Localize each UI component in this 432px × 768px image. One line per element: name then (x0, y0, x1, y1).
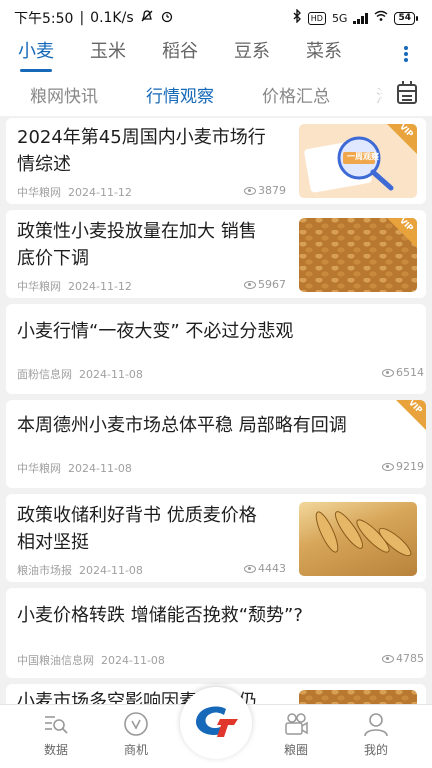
battery-level: 54 (394, 11, 415, 25)
eye-icon (382, 654, 394, 663)
article-views: 6514 (382, 366, 424, 379)
hd-badge: HD (307, 11, 326, 25)
article-title: 政策性小麦投放量在加大 销售 底价下调 (17, 221, 257, 269)
calendar-button[interactable] (382, 72, 432, 116)
article-source: 中国粮油信息网 2024-11-08 (17, 654, 165, 667)
article-source: 中华粮网 2024-11-12 (17, 186, 132, 199)
tab-rice[interactable]: 稻谷 (144, 36, 216, 72)
status-divider: | (79, 10, 85, 26)
article-card[interactable]: 小麦行情“一夜大变” 不必过分悲观 面粉信息网 2024-11-08 6514 (6, 304, 426, 394)
thumbnail-label: 一周观察 (347, 152, 379, 161)
article-title: 2024年第45周国内小麦市场行 情综述 (17, 127, 266, 175)
article-card[interactable]: 2024年第45周国内小麦市场行 情综述 中华粮网 2024-11-12 3879… (6, 118, 426, 204)
subtab-price-summary[interactable]: 价格汇总 (262, 82, 330, 107)
battery-icon: 54 (394, 11, 418, 25)
nav-circle[interactable]: 粮圈 (264, 711, 328, 758)
article-views: 4443 (244, 562, 286, 575)
article-card[interactable]: 政策性小麦投放量在加大 销售 底价下调 中华粮网 2024-11-12 5967 … (6, 210, 426, 298)
signal-icon (353, 12, 369, 24)
mute-icon (140, 9, 154, 27)
nav-data-label: 数据 (43, 743, 68, 757)
article-source: 粮油市场报 2024-11-08 (17, 564, 143, 577)
business-icon (123, 711, 149, 737)
article-title: 小麦价格转跌 增储能否挽救“颓势”? (17, 605, 303, 626)
eye-icon (382, 368, 394, 377)
article-thumbnail: 一周观察 VIP (299, 124, 417, 198)
nav-data[interactable]: 数据 (24, 711, 88, 758)
article-thumbnail (299, 502, 417, 576)
nav-circle-label: 粮圈 (283, 743, 308, 757)
article-source: 中华粮网 2024-11-12 (17, 280, 132, 293)
circle-icon (283, 711, 309, 737)
article-thumbnail: VIP (299, 218, 417, 292)
data-icon (43, 711, 69, 737)
tab-beans[interactable]: 豆系 (216, 36, 288, 72)
article-card[interactable]: 政策收储利好背书 优质麦价格 相对坚挺 粮油市场报 2024-11-08 4443 (6, 494, 426, 582)
subtab-news-flash[interactable]: 粮网快讯 (30, 82, 98, 107)
calendar-icon (397, 81, 417, 104)
subtab-market-watch[interactable]: 行情观察 (146, 82, 214, 107)
tab-wheat[interactable]: 小麦 (0, 36, 72, 72)
article-views: 9219 (382, 460, 424, 473)
article-card[interactable]: 本周德州小麦市场总体平稳 局部略有回调 中华粮网 2024-11-08 9219… (6, 400, 426, 488)
nav-mine[interactable]: 我的 (344, 711, 408, 758)
more-options-button[interactable] (400, 44, 412, 64)
status-speed: 0.1K/s (90, 10, 134, 26)
article-title: 政策收储利好背书 优质麦价格 相对坚挺 (17, 505, 257, 553)
eye-icon (244, 280, 256, 289)
category-tabs: 小麦 玉米 稻谷 豆系 菜系 (0, 36, 432, 72)
sub-tabs: 粮网快讯 行情观察 价格汇总 港 (0, 72, 432, 116)
eye-icon (244, 564, 256, 573)
article-views: 4785 (382, 652, 424, 665)
article-title: 本周德州小麦市场总体平稳 局部略有回调 (17, 415, 347, 436)
vip-badge: VIP (396, 400, 426, 430)
network-type: 5G (331, 11, 348, 25)
alarm-icon (160, 9, 174, 27)
eye-icon (244, 186, 256, 195)
user-icon (363, 711, 389, 737)
article-title: 小麦行情“一夜大变” 不必过分悲观 (17, 321, 294, 342)
article-card[interactable]: 小麦价格转跌 增储能否挽救“颓势”? 中国粮油信息网 2024-11-08 47… (6, 588, 426, 678)
home-logo-button[interactable] (180, 687, 252, 759)
nav-mine-label: 我的 (363, 743, 388, 757)
nav-business[interactable]: 商机 (104, 711, 168, 758)
status-bar: 下午5:50 | 0.1K/s HD 5G 54 (0, 0, 432, 36)
eye-icon (382, 462, 394, 471)
bottom-navigation: 数据 商机 粮圈 我的 (0, 687, 432, 768)
tab-corn[interactable]: 玉米 (72, 36, 144, 72)
bluetooth-icon (292, 8, 302, 27)
article-views: 3879 (244, 184, 286, 197)
article-views: 5967 (244, 278, 286, 291)
status-time: 下午5:50 (14, 11, 74, 27)
wifi-icon (374, 10, 388, 26)
article-source: 中华粮网 2024-11-08 (17, 462, 132, 475)
tab-rapeseed[interactable]: 菜系 (288, 36, 360, 72)
article-source: 面粉信息网 2024-11-08 (17, 368, 143, 381)
app-logo-icon (190, 701, 242, 745)
nav-business-label: 商机 (123, 743, 148, 757)
